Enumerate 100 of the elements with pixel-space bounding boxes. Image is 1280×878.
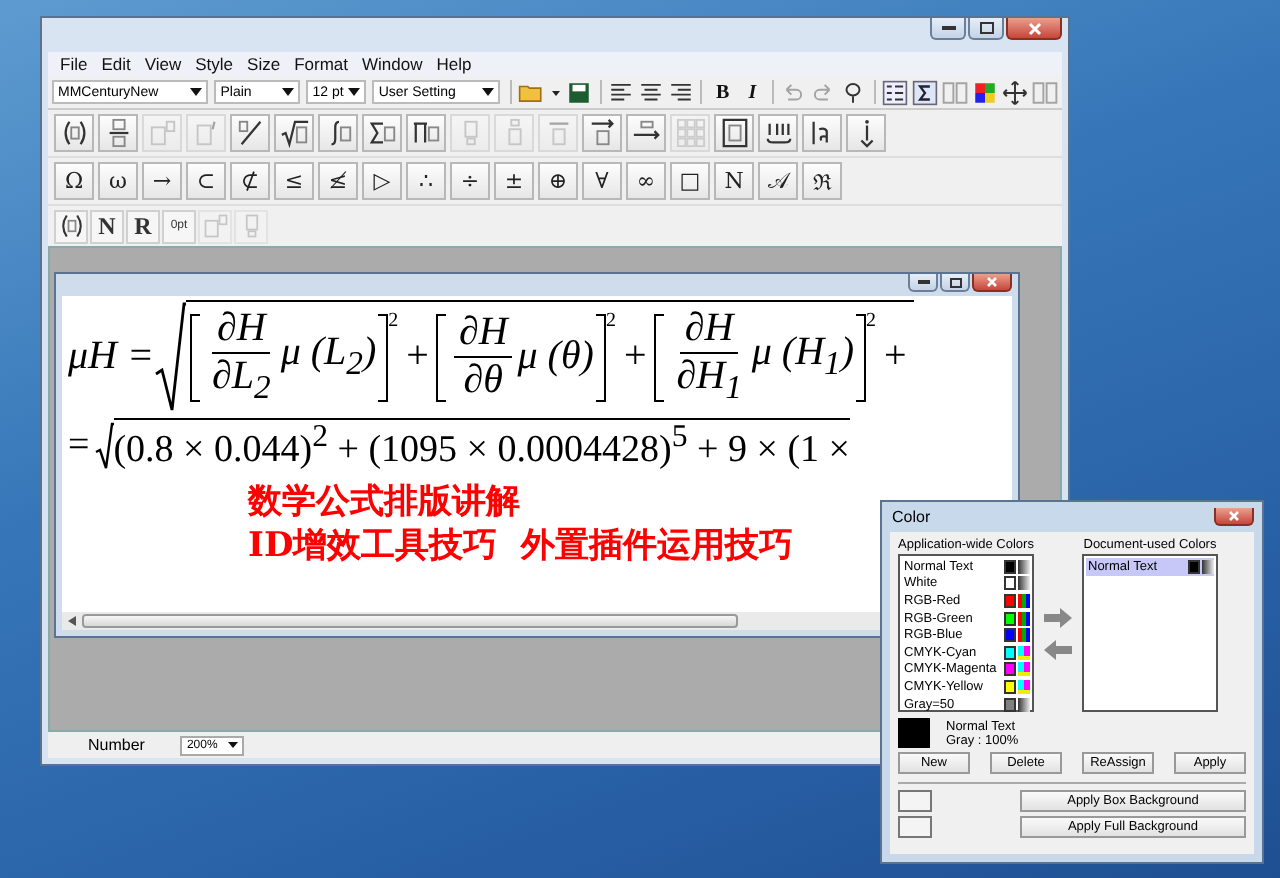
color-grid-icon — [971, 79, 998, 105]
left-arrow-icon — [1044, 639, 1072, 659]
panes-icon — [941, 79, 968, 105]
menu-item[interactable]: Help — [436, 54, 472, 74]
list-icon — [882, 79, 909, 105]
close-button[interactable] — [972, 274, 1012, 292]
list-button[interactable] — [881, 78, 910, 106]
script-icon — [147, 118, 177, 148]
fraction-template-button[interactable] — [98, 114, 138, 152]
symbol-button[interactable]: ≤ — [274, 162, 314, 200]
bold-button[interactable]: B — [708, 78, 737, 106]
right-bracket — [856, 313, 867, 401]
arrow-over-template-button[interactable] — [582, 114, 622, 152]
caret-icon — [190, 88, 203, 96]
equation-text: + — [884, 334, 907, 380]
symbol-button[interactable]: ▷ — [362, 162, 402, 200]
sum-template-button[interactable] — [362, 114, 402, 152]
matrix-icon — [675, 118, 705, 148]
panes-icon — [1031, 79, 1058, 105]
minimize-icon — [941, 25, 955, 31]
frame-icon — [719, 118, 749, 148]
equation-text: ∂L$_{2}$ — [209, 354, 273, 408]
save-button[interactable] — [565, 78, 594, 106]
equation-text: + — [623, 334, 647, 380]
radical-template-button[interactable] — [274, 114, 314, 152]
close-button[interactable] — [1006, 18, 1062, 40]
move-icon — [1001, 79, 1028, 105]
symbol-button[interactable]: ⊂ — [186, 162, 226, 200]
equation-text: μ (θ) — [517, 334, 594, 380]
equation-text: 2 — [866, 310, 877, 332]
save-icon — [566, 79, 593, 105]
align-left-button[interactable] — [607, 78, 636, 106]
menu-item[interactable]: File — [60, 54, 88, 74]
symbol-button[interactable]: ∞ — [626, 162, 666, 200]
close-button[interactable] — [1214, 508, 1254, 526]
left-bracket — [189, 313, 200, 401]
italic-button[interactable]: I — [738, 78, 767, 106]
menu-item[interactable]: Format — [294, 54, 349, 74]
product-template-button[interactable] — [406, 114, 446, 152]
symbol-button[interactable]: ⊕ — [538, 162, 578, 200]
brace-under-icon — [763, 118, 793, 148]
background-swatch[interactable] — [898, 790, 932, 812]
slash-template-button[interactable] — [230, 114, 270, 152]
equation-text: ∂H — [454, 310, 512, 358]
fence-template-button[interactable] — [54, 114, 94, 152]
right-arrow-icon — [1044, 607, 1072, 627]
symbol-button[interactable]: □ — [670, 162, 710, 200]
symbol-button[interactable]: ≰ — [318, 162, 358, 200]
background-swatch[interactable] — [898, 816, 932, 838]
radical-sign — [153, 301, 186, 413]
palette-tab[interactable]: R — [126, 209, 160, 243]
equation-text: 2 — [605, 310, 616, 332]
menu-item[interactable]: Style — [195, 54, 234, 74]
maximize-button[interactable] — [940, 274, 970, 292]
sigma-button[interactable] — [911, 78, 939, 106]
dot-stack-template-button[interactable] — [846, 114, 886, 152]
symbol-button[interactable]: ℜ — [802, 162, 842, 200]
menu-item[interactable]: Window — [362, 54, 423, 74]
symbol-button[interactable]: ∴ — [406, 162, 446, 200]
caret-icon — [228, 742, 239, 748]
symbol-button[interactable]: ω — [98, 162, 138, 200]
equation-text: + — [406, 334, 429, 380]
symbol-button[interactable]: → — [142, 162, 182, 200]
labeled-arrow-template-button[interactable] — [626, 114, 666, 152]
move-button[interactable] — [1000, 78, 1029, 106]
align-center-icon — [638, 79, 665, 105]
minimize-button[interactable] — [908, 274, 938, 292]
scrollbar-thumb[interactable] — [82, 614, 738, 628]
menu-item[interactable]: Edit — [101, 54, 131, 74]
right-bracket — [595, 313, 606, 401]
symbol-button[interactable]: ÷ — [450, 162, 490, 200]
symbol-button[interactable]: ⊄ — [230, 162, 270, 200]
product-icon — [411, 118, 441, 148]
align-right-button[interactable] — [667, 78, 695, 106]
symbol-button[interactable]: ± — [494, 162, 534, 200]
symbol-button[interactable]: N — [714, 162, 754, 200]
symbol-button[interactable]: Ω — [54, 162, 94, 200]
equation-text: ∂θ — [461, 358, 505, 404]
close-icon — [986, 276, 998, 288]
integral-template-button[interactable] — [318, 114, 358, 152]
minimize-button[interactable] — [930, 18, 966, 40]
menu-item[interactable]: View — [144, 54, 182, 74]
caret-icon — [481, 88, 494, 96]
slash-icon — [235, 118, 265, 148]
frame-template-button[interactable] — [714, 114, 754, 152]
maximize-button[interactable] — [968, 18, 1004, 40]
menu-item[interactable]: Size — [247, 54, 281, 74]
left-bracket — [654, 313, 665, 401]
palette-tab[interactable] — [54, 209, 88, 243]
caption-text: 数学公式排版讲解 — [248, 480, 520, 525]
symbol-button[interactable]: 𝒜 — [758, 162, 798, 200]
color-grid-button[interactable] — [970, 78, 999, 106]
equation-text: ∂H — [212, 306, 270, 354]
brace-under-template-button[interactable] — [758, 114, 798, 152]
align-center-button[interactable] — [637, 78, 666, 106]
arrow-over-icon — [587, 118, 617, 148]
palette-tab[interactable]: N — [90, 209, 124, 243]
symbol-button[interactable]: ∀ — [582, 162, 622, 200]
script-icon — [201, 212, 229, 240]
scroll-left-icon — [68, 616, 76, 626]
